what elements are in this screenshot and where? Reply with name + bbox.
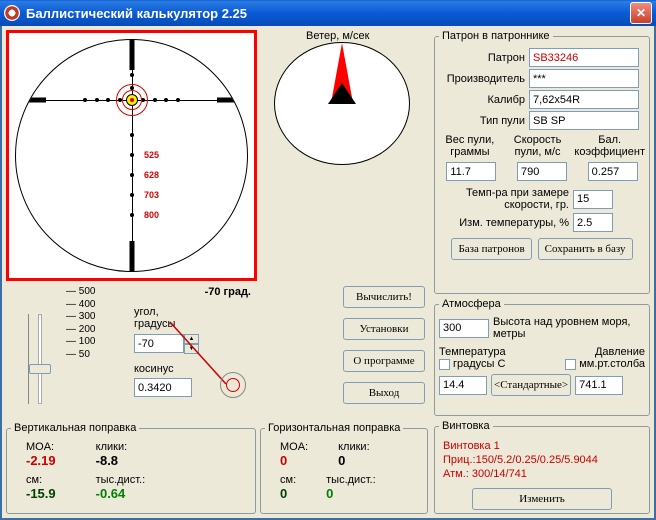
altitude-input[interactable] xyxy=(439,319,489,338)
angle-header: -70 град. xyxy=(205,286,251,298)
close-button[interactable]: ✕ xyxy=(630,2,652,24)
ammo-group: Патрон в патроннике Патрон Производитель… xyxy=(434,30,650,294)
wind-gauge[interactable] xyxy=(274,42,410,165)
ammo-db-button[interactable]: База патронов xyxy=(451,238,531,260)
calculate-button[interactable]: Вычислить! xyxy=(343,286,425,308)
reticle-distance: 628 xyxy=(144,170,159,180)
settings-button[interactable]: Установки xyxy=(343,318,425,340)
angle-dial[interactable] xyxy=(220,372,246,398)
distance-slider[interactable] xyxy=(28,314,50,404)
reticle-distance: 703 xyxy=(144,190,159,200)
reticle-view: 525 628 703 800 xyxy=(6,30,257,281)
rifle-atm: Атм.: 300/14/741 xyxy=(443,467,641,481)
atmosphere-group: Атмосфера Высота над уровнем моря, метры… xyxy=(434,298,650,416)
about-button[interactable]: О программе xyxy=(343,350,425,372)
temperature-input[interactable] xyxy=(439,376,487,395)
rifle-scope: Приц.:150/5.2/0.25/0.25/5.9044 xyxy=(443,453,641,467)
bullet-type-input[interactable] xyxy=(529,111,639,130)
hcorr-dist: 0 xyxy=(326,486,333,501)
cartridge-input[interactable] xyxy=(529,48,639,67)
reticle-distance: 525 xyxy=(144,150,159,160)
window-title: Баллистический калькулятор 2.25 xyxy=(26,6,630,21)
reticle-distance: 800 xyxy=(144,210,159,220)
wind-label: Ветер, м/сек xyxy=(306,30,369,42)
caliber-input[interactable] xyxy=(529,90,639,109)
rifle-edit-button[interactable]: Изменить xyxy=(472,488,612,510)
hcorr-cm: 0 xyxy=(280,486,287,501)
temp-unit-checkbox[interactable] xyxy=(439,359,450,370)
velocity-input[interactable] xyxy=(517,162,567,181)
vcorr-moa: -2.19 xyxy=(26,453,56,468)
maker-input[interactable] xyxy=(529,69,639,88)
temp-measure-input[interactable] xyxy=(573,190,613,209)
hcorr-clicks: 0 xyxy=(338,453,345,468)
temp-delta-input[interactable] xyxy=(573,213,613,232)
angle-group: -70 град. угол, градусы ▲▼ косинус xyxy=(130,286,255,416)
standard-atm-button[interactable]: <Стандартные> xyxy=(491,374,571,396)
ammo-legend: Патрон в патроннике xyxy=(439,30,553,42)
hcorr-moa: 0 xyxy=(280,453,287,468)
rifle-group: Винтовка Винтовка 1 Приц.:150/5.2/0.25/0… xyxy=(434,420,650,514)
pressure-input[interactable] xyxy=(575,376,623,395)
distance-slider-block: — 500 — 400 — 300 — 200 — 100 — 50 xyxy=(8,286,126,416)
vertical-correction-group: Вертикальная поправка MOA:-2.19 клики:-8… xyxy=(6,422,256,514)
pressure-unit-checkbox[interactable] xyxy=(565,359,576,370)
rifle-name: Винтовка 1 xyxy=(443,439,641,453)
distance-scale: — 500 — 400 — 300 — 200 — 100 — 50 xyxy=(66,286,95,361)
bc-input[interactable] xyxy=(588,162,638,181)
horizontal-correction-group: Горизонтальная поправка MOA:0 клики:0 см… xyxy=(260,422,428,514)
vcorr-cm: -15.9 xyxy=(26,486,56,501)
vcorr-dist: -0.64 xyxy=(96,486,126,501)
ammo-save-button[interactable]: Сохранить в базу xyxy=(538,238,633,260)
bullet-weight-input[interactable] xyxy=(446,162,496,181)
exit-button[interactable]: Выход xyxy=(343,382,425,404)
vcorr-clicks: -8.8 xyxy=(96,453,118,468)
app-icon xyxy=(4,5,20,21)
